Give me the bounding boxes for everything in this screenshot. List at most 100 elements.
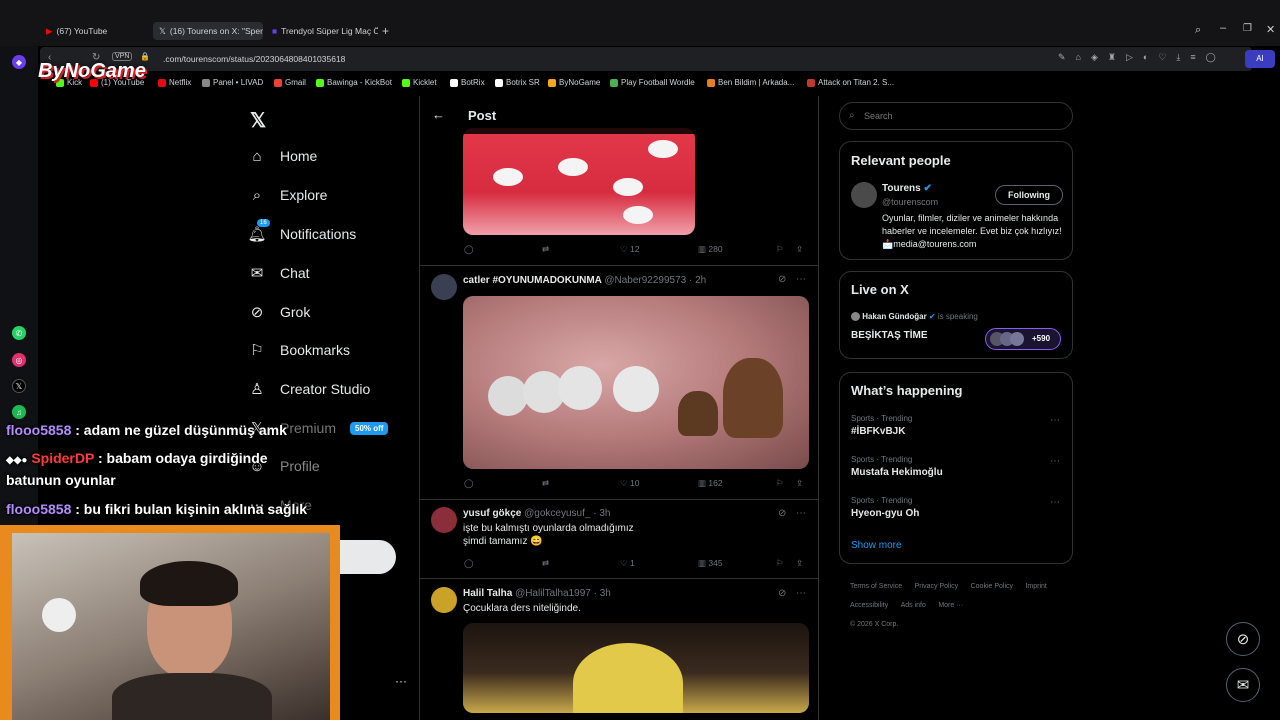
space-host[interactable]: Hakan Gündoğar ✔ is speaking	[851, 312, 978, 322]
like-button[interactable]: ♡ 1	[620, 558, 635, 569]
post-media-image[interactable]	[463, 128, 695, 235]
bookmark-icon[interactable]: ⚐	[776, 478, 784, 489]
tab-trendyol[interactable]: ■ Trendyol Süper Lig Maç Ö	[266, 22, 378, 40]
footer-link[interactable]: More ···	[938, 602, 963, 609]
share-icon[interactable]: ⇪	[796, 244, 803, 255]
messages-fab[interactable]: ✉	[1226, 668, 1260, 702]
grok-icon[interactable]: ⊘	[778, 274, 786, 285]
nav-grok[interactable]: ⊘ Grok	[248, 300, 311, 324]
nav-chat[interactable]: ✉ Chat	[248, 261, 310, 285]
grok-icon[interactable]: ⊘	[778, 508, 786, 519]
tab-youtube[interactable]: ▶ (67) YouTube	[40, 22, 150, 40]
ai-extension-button[interactable]: AI	[1245, 50, 1275, 68]
nav-home[interactable]: ⌂ Home	[248, 144, 317, 168]
bookmark-item[interactable]: Play Football Wordle	[610, 78, 695, 87]
search-input[interactable]	[864, 108, 1054, 124]
like-button[interactable]: ♡ 12	[620, 244, 639, 255]
footer-link[interactable]: Imprint	[1025, 583, 1046, 590]
bookmark-item[interactable]: Panel • LIVAD	[202, 78, 263, 87]
views-count[interactable]: ▥ 345	[698, 558, 723, 569]
reply-author[interactable]: yusuf gökçe @gokceyusuf_ · 3h	[463, 508, 610, 519]
nav-bookmarks[interactable]: ⚐ Bookmarks	[248, 338, 350, 362]
x-sidebar-icon[interactable]: 𝕏	[12, 379, 26, 393]
grok-fab[interactable]: ⊘	[1226, 622, 1260, 656]
share-icon[interactable]: ⇪	[796, 478, 803, 489]
instagram-icon[interactable]: ◎	[12, 353, 26, 367]
maximize-button[interactable]: ❐	[1243, 23, 1252, 34]
aria-icon[interactable]: ◆	[12, 55, 26, 69]
bookmark-item[interactable]: Botrix SR	[495, 78, 540, 87]
close-window-button[interactable]: ✕	[1266, 23, 1275, 36]
avatar[interactable]	[851, 182, 877, 208]
minimize-button[interactable]: –	[1220, 22, 1226, 34]
tab-tourens-x[interactable]: 𝕏 (16) Tourens on X: "Sperm	[153, 22, 263, 40]
search-tabs-icon[interactable]: ⌕	[1195, 24, 1201, 37]
bookmark-item[interactable]: Ben Bildim | Arkada...	[707, 78, 794, 87]
nav-creator-studio[interactable]: ♙ Creator Studio	[248, 377, 370, 401]
footer-link[interactable]: Privacy Policy	[915, 583, 959, 590]
back-arrow-icon[interactable]: ←	[432, 107, 445, 122]
avatar[interactable]	[431, 587, 457, 613]
following-button[interactable]: Following	[995, 185, 1063, 205]
trend-more-icon[interactable]: ⋯	[1050, 497, 1060, 508]
tab-label: (67) YouTube	[56, 26, 108, 36]
footer-link[interactable]: Ads info	[901, 602, 926, 609]
bookmark-item[interactable]: BotRix	[450, 78, 485, 87]
space-title[interactable]: BEŞİKTAŞ TİME	[851, 330, 927, 341]
reply-author[interactable]: catler #OYUNUMADOKUNMA @Naber92299573 · …	[463, 275, 706, 286]
bookmark-icon[interactable]: ⚐	[776, 558, 784, 569]
more-options-icon[interactable]: ⋯	[796, 588, 806, 599]
bookmark-item[interactable]: Gmail	[274, 78, 306, 87]
grok-icon[interactable]: ⊘	[778, 588, 786, 599]
spotify-icon[interactable]: ♫	[12, 405, 26, 419]
footer-link[interactable]: Terms of Service	[850, 583, 902, 590]
nav-notifications[interactable]: 🔔︎ 16 Notifications	[247, 219, 356, 246]
bookmark-item[interactable]: Kicklet	[402, 78, 437, 87]
bookmark-item[interactable]: Bawinga - KickBot	[316, 78, 392, 87]
mail-icon: ✉	[250, 265, 264, 282]
more-options-icon[interactable]: ⋯	[796, 274, 806, 285]
sperm-figure	[493, 168, 523, 186]
like-button[interactable]: ♡ 10	[620, 478, 639, 489]
footer-link[interactable]: Cookie Policy	[971, 583, 1013, 590]
more-options-icon[interactable]: ⋯	[796, 508, 806, 519]
profile-name[interactable]: Tourens ✔	[882, 183, 932, 194]
space-listeners[interactable]: +590	[985, 328, 1061, 350]
views-count[interactable]: ▥ 280	[698, 244, 723, 255]
search-box[interactable]: ⌕	[839, 102, 1073, 130]
trend-more-icon[interactable]: ⋯	[1050, 415, 1060, 426]
x-logo-icon[interactable]: 𝕏	[250, 108, 266, 133]
new-tab-button[interactable]: +	[382, 24, 389, 38]
grok-icon: ⊘	[1236, 631, 1250, 648]
trend-item[interactable]: Mustafa Hekimoğlu	[851, 467, 943, 478]
bookmark-icon[interactable]: ⚐	[776, 244, 784, 255]
show-more-link[interactable]: Show more	[851, 540, 902, 551]
views-count[interactable]: ▥ 162	[698, 478, 723, 489]
trend-category: Sports · Trending	[851, 496, 913, 505]
trend-item[interactable]: Hyeon-gyu Oh	[851, 508, 919, 519]
toolbar-icons[interactable]: ✎⌂◈♜▷◐♡⤓≡◯	[1058, 52, 1226, 63]
sperm-figure	[558, 366, 602, 410]
card-title: What’s happening	[851, 383, 963, 398]
reply-icon[interactable]: ◯	[464, 558, 474, 569]
avatar[interactable]	[431, 507, 457, 533]
repost-icon[interactable]: ⇄	[542, 244, 549, 255]
nav-explore[interactable]: ⌕ Explore	[248, 183, 328, 207]
reply-author[interactable]: Halil Talha @HalilTalha1997 · 3h	[463, 588, 611, 599]
avatar[interactable]	[431, 274, 457, 300]
reply-icon[interactable]: ◯	[464, 478, 474, 489]
footer-link[interactable]: Accessibility	[850, 602, 888, 609]
repost-icon[interactable]: ⇄	[542, 558, 549, 569]
share-icon[interactable]: ⇪	[796, 558, 803, 569]
trend-item[interactable]: #İBFKvBJK	[851, 426, 905, 437]
whatsapp-icon[interactable]: ✆	[12, 326, 26, 340]
account-menu-dots[interactable]: ···	[395, 674, 407, 688]
bookmark-item[interactable]: ByNoGame	[548, 78, 600, 87]
repost-icon[interactable]: ⇄	[542, 478, 549, 489]
trend-more-icon[interactable]: ⋯	[1050, 456, 1060, 467]
reply-icon[interactable]: ◯	[464, 244, 474, 255]
bookmark-item[interactable]: Netflix	[158, 78, 191, 87]
reply-media-video[interactable]	[463, 296, 809, 469]
reply-media-image[interactable]	[463, 623, 809, 713]
bookmark-item[interactable]: Attack on Titan 2. S...	[807, 78, 894, 87]
